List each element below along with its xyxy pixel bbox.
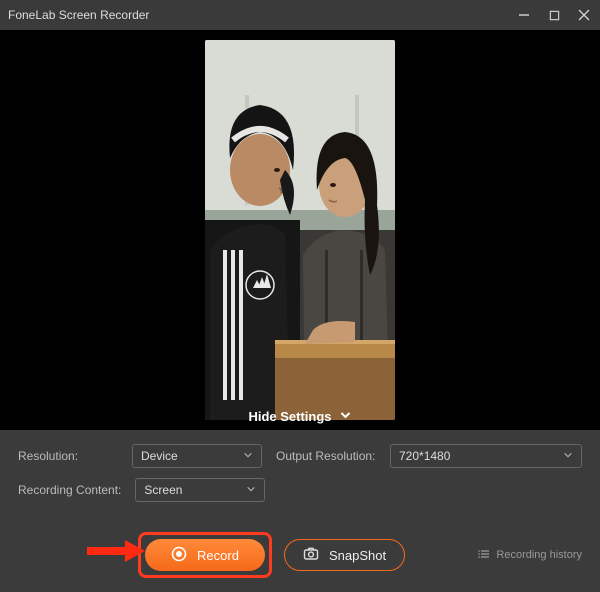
snapshot-button[interactable]: SnapShot xyxy=(284,539,405,571)
settings-panel: Resolution: Device Output Resolution: 72… xyxy=(0,430,600,522)
record-highlight-box: Record xyxy=(138,532,272,578)
output-resolution-value: 720*1480 xyxy=(399,449,450,463)
recording-content-value: Screen xyxy=(144,483,182,497)
chevron-down-icon xyxy=(340,409,352,424)
maximize-button[interactable] xyxy=(546,7,562,23)
list-icon xyxy=(478,548,490,563)
recording-content-dropdown[interactable]: Screen xyxy=(135,478,265,502)
resolution-value: Device xyxy=(141,449,178,463)
resolution-dropdown[interactable]: Device xyxy=(132,444,262,468)
recording-history-link[interactable]: Recording history xyxy=(478,548,582,563)
recording-history-label: Recording history xyxy=(496,549,582,561)
record-icon xyxy=(171,546,187,565)
hide-settings-toggle[interactable]: Hide Settings xyxy=(248,409,351,424)
chevron-down-icon xyxy=(246,483,256,497)
resolution-label: Resolution: xyxy=(18,449,118,463)
output-resolution-dropdown[interactable]: 720*1480 xyxy=(390,444,582,468)
snapshot-button-label: SnapShot xyxy=(329,548,386,563)
camera-icon xyxy=(303,546,319,565)
window-controls xyxy=(516,7,592,23)
titlebar: FoneLab Screen Recorder xyxy=(0,0,600,30)
recording-content-label: Recording Content: xyxy=(18,483,121,497)
chevron-down-icon xyxy=(563,449,573,463)
minimize-button[interactable] xyxy=(516,7,532,23)
phone-preview xyxy=(205,40,395,420)
app-title: FoneLab Screen Recorder xyxy=(8,8,516,22)
preview-area: Hide Settings xyxy=(0,30,600,430)
settings-row-1: Resolution: Device Output Resolution: 72… xyxy=(18,444,582,468)
settings-row-2: Recording Content: Screen xyxy=(18,478,582,502)
hide-settings-label: Hide Settings xyxy=(248,409,331,424)
output-resolution-label: Output Resolution: xyxy=(276,449,376,463)
close-button[interactable] xyxy=(576,7,592,23)
annotation-arrow-icon xyxy=(85,538,145,564)
chevron-down-icon xyxy=(243,449,253,463)
record-button-label: Record xyxy=(197,548,239,563)
record-button[interactable]: Record xyxy=(145,539,265,571)
